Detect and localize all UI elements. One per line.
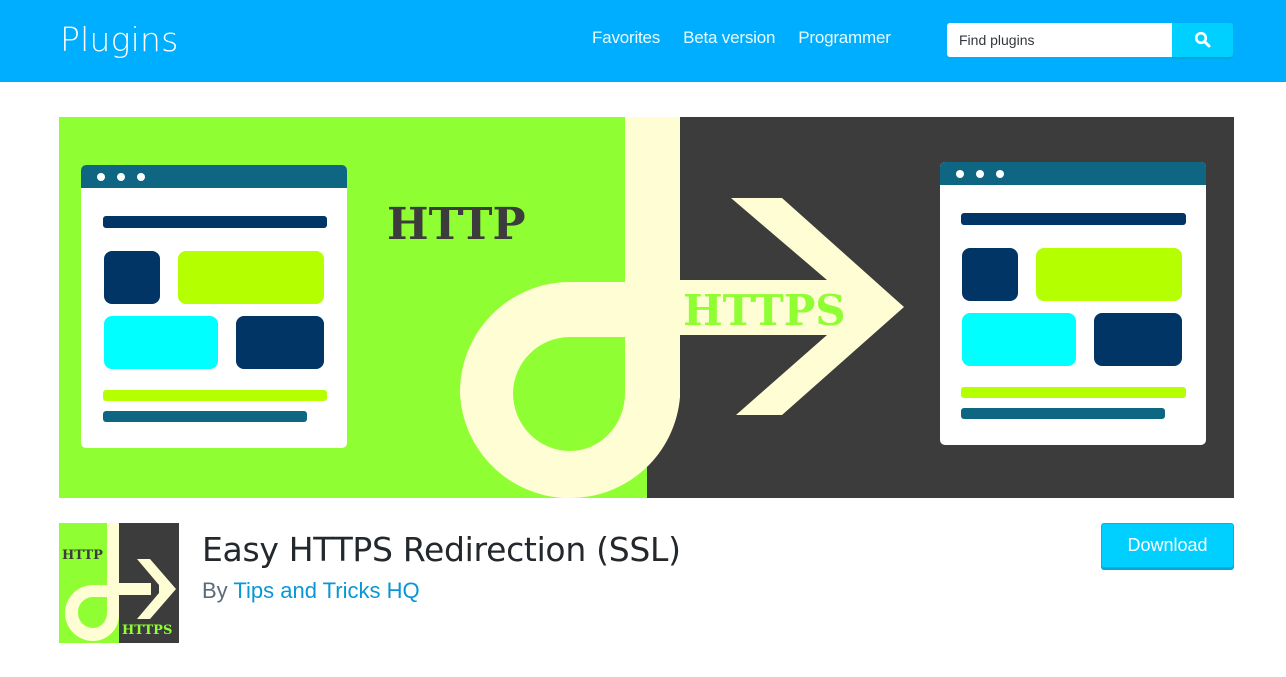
plugin-banner: HTTP HTTPS bbox=[59, 117, 1234, 498]
download-button[interactable]: Download bbox=[1101, 523, 1234, 568]
search-button[interactable] bbox=[1172, 23, 1233, 57]
site-header: Plugins Favorites Beta version Programme… bbox=[0, 0, 1286, 82]
search-input[interactable] bbox=[947, 23, 1172, 57]
main-nav: Favorites Beta version Programmer bbox=[592, 28, 914, 48]
byline-prefix: By bbox=[202, 578, 228, 603]
site-title[interactable]: Plugins bbox=[60, 20, 178, 59]
plugin-icon-http-label: HTTP bbox=[62, 548, 103, 563]
search-form bbox=[947, 23, 1233, 57]
banner-https-label: HTTPS bbox=[683, 286, 846, 335]
banner-http-label: HTTP bbox=[387, 199, 526, 250]
browser-window-right bbox=[940, 162, 1206, 445]
browser-window-left bbox=[81, 165, 347, 448]
nav-beta-version[interactable]: Beta version bbox=[683, 28, 775, 48]
nav-favorites[interactable]: Favorites bbox=[592, 28, 660, 48]
plugin-title: Easy HTTPS Redirection (SSL) bbox=[202, 530, 681, 569]
plugin-icon-https-label: HTTPS bbox=[122, 623, 172, 638]
search-icon bbox=[1194, 31, 1210, 48]
banner-illustration: HTTP HTTPS bbox=[59, 117, 1234, 498]
plugin-byline: By Tips and Tricks HQ bbox=[202, 578, 420, 604]
nav-programmer[interactable]: Programmer bbox=[798, 28, 891, 48]
plugin-icon: HTTP HTTPS bbox=[59, 523, 179, 643]
plugin-icon-graphic: HTTP HTTPS bbox=[59, 523, 179, 643]
author-link[interactable]: Tips and Tricks HQ bbox=[233, 578, 419, 603]
